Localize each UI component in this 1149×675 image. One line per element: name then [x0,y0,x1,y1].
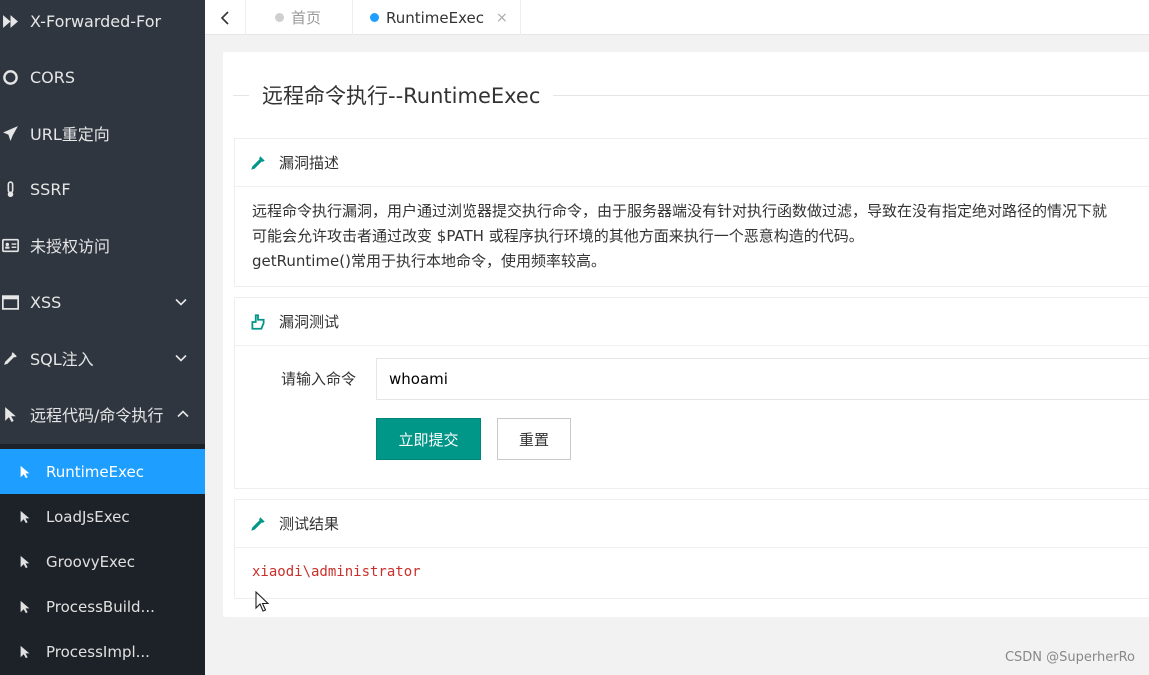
submenu-item-loadjsexec[interactable]: LoadJsExec [0,494,205,539]
panel-title: 漏洞测试 [279,313,340,331]
submenu-item-label: ProcessBuild... [46,597,155,616]
chevron-left-icon [220,10,229,25]
sidebar: X-Forwarded-For CORS URL重定向 SSRF 未授权访问 X… [0,0,205,675]
sidebar-item-label: URL重定向 [30,125,110,144]
circle-icon [2,69,30,86]
panel-header: 漏洞描述 [235,139,1149,187]
tab-label: RuntimeExec [386,8,485,27]
description-line: 可能会允许攻击者通过改变 $PATH 或程序执行环境的其他方面来执行一个恶意构造… [252,227,864,245]
panel-header: 漏洞测试 [235,298,1149,346]
hand-pointer-icon [249,313,271,331]
sidebar-item-sql-injection[interactable]: SQL注入 [0,330,205,386]
sidebar-item-label: X-Forwarded-For [30,11,162,31]
chevron-down-icon [175,296,187,308]
forward-icon [2,13,30,30]
submenu-item-processimpl[interactable]: ProcessImpl... [0,629,205,674]
command-input[interactable] [376,358,1149,400]
panel-title: 漏洞描述 [279,154,340,172]
pointer-icon [18,554,46,570]
submenu-item-label: RuntimeExec [46,462,145,481]
submenu-item-processbuilder[interactable]: ProcessBuild... [0,584,205,629]
dropper-icon [2,350,30,367]
command-form-row: 请输入命令 [235,358,1149,400]
pointer-icon [18,599,46,615]
main-card: 远程命令执行--RuntimeExec 漏洞描述 远程命令执行漏洞，用户通过浏览… [223,52,1149,617]
submenu-item-label: ProcessImpl... [46,642,150,661]
command-label: 请输入命令 [281,370,357,388]
sidebar-item-label: SSRF [30,179,71,199]
back-button[interactable] [205,0,246,35]
sidebar-item-label: XSS [30,292,62,312]
plane-icon [2,125,30,142]
tab-dot-icon [370,13,379,22]
watermark: CSDN @SuperherRo [1004,650,1135,665]
window-icon [2,294,30,311]
close-icon[interactable]: × [496,10,508,26]
sidebar-item-ssrf[interactable]: SSRF [0,161,205,217]
sidebar-item-label: CORS [30,67,76,87]
tab-bar: 首页 RuntimeExec × [205,0,1149,35]
vuln-description-text: 远程命令执行漏洞，用户通过浏览器提交执行命令，由于服务器端没有针对执行函数做过滤… [235,187,1149,274]
submit-button[interactable]: 立即提交 [376,418,481,460]
tab-runtimeexec[interactable]: RuntimeExec × [353,0,521,35]
sidebar-item-label: 远程代码/命令执行 [30,406,164,425]
sidebar-item-label: SQL注入 [30,350,94,369]
tab-label: 首页 [291,9,322,27]
reset-button[interactable]: 重置 [497,418,571,460]
vuln-test-panel: 漏洞测试 请输入命令 立即提交 重置 [234,297,1149,489]
submenu-item-runtimeexec[interactable]: RuntimeExec [0,449,205,494]
chevron-down-icon [175,352,187,364]
pointer-icon [18,464,46,480]
sidebar-item-label: 未授权访问 [30,237,111,256]
dropper-icon [249,154,271,172]
result-output: xiaodi\administrator [252,564,421,580]
pointer-icon [18,509,46,525]
thermometer-icon [2,180,30,198]
submenu-item-label: LoadJsExec [46,507,130,526]
tab-dot-icon [275,13,284,22]
test-result-panel: 测试结果 xiaodi\administrator [234,499,1149,599]
sidebar-item-url-redirect[interactable]: URL重定向 [0,105,205,161]
tab-home[interactable]: 首页 [246,0,353,35]
panel-header: 测试结果 [235,500,1149,548]
chevron-up-icon [177,408,189,420]
pointer-icon [18,644,46,660]
sidebar-item-remote-code-exec[interactable]: 远程代码/命令执行 [0,386,205,442]
description-line: 远程命令执行漏洞，用户通过浏览器提交执行命令，由于服务器端没有针对执行函数做过滤… [252,202,1108,220]
submenu-item-label: GroovyExec [46,552,135,571]
panel-title: 测试结果 [279,515,340,533]
dropper-icon [249,515,271,533]
id-card-icon [2,237,30,254]
page-title: 远程命令执行--RuntimeExec [249,80,554,110]
sidebar-item-unauthorized-access[interactable]: 未授权访问 [0,217,205,273]
description-line: getRuntime()常用于执行本地命令，使用频率较高。 [252,252,606,270]
vuln-description-panel: 漏洞描述 远程命令执行漏洞，用户通过浏览器提交执行命令，由于服务器端没有针对执行… [234,138,1149,287]
sidebar-item-x-forwarded-for[interactable]: X-Forwarded-For [0,0,205,49]
submenu-remote-code-exec: RuntimeExec LoadJsExec GroovyExec Proces… [0,444,205,675]
sidebar-item-xss[interactable]: XSS [0,274,205,330]
submenu-item-groovyexec[interactable]: GroovyExec [0,539,205,584]
mouse-cursor-icon [255,591,270,612]
pointer-icon [2,406,30,423]
sidebar-item-cors[interactable]: CORS [0,49,205,105]
